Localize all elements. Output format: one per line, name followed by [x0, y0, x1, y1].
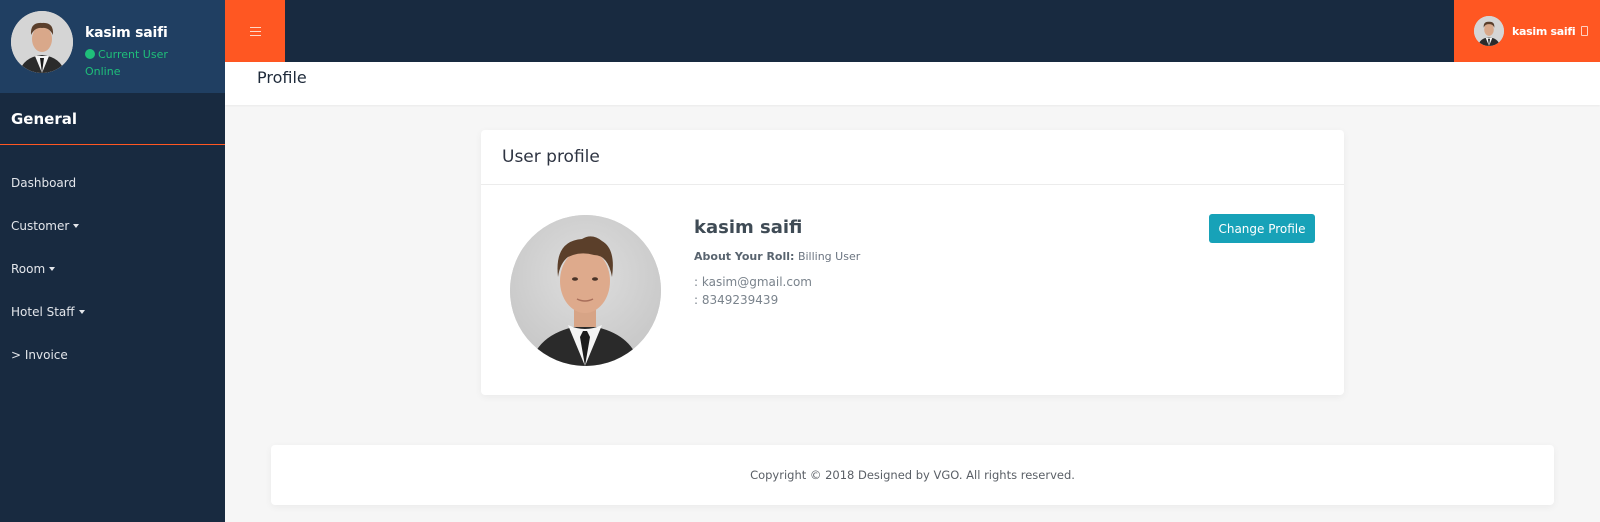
sidebar: kasim saifi Current User Online General …	[0, 0, 225, 522]
sidebar-item-customer[interactable]: Customer	[0, 204, 225, 247]
profile-role: About Your Roll: Billing User	[694, 250, 860, 263]
sidebar-nav: Dashboard Customer Room Hotel Staff > In…	[0, 145, 225, 376]
profile-name: kasim saifi	[694, 217, 803, 238]
page-header: Profile	[225, 62, 1600, 105]
chevron-right-icon: >	[11, 347, 25, 362]
sidebar-item-label: Customer	[11, 218, 70, 233]
sidebar-item-dashboard[interactable]: Dashboard	[0, 161, 225, 204]
caret-down-icon	[73, 223, 80, 228]
user-profile-card: User profile kasim saifi About Your Roll…	[481, 130, 1344, 395]
page-title: Profile	[257, 68, 307, 87]
sidebar-item-label: Hotel Staff	[11, 304, 75, 319]
copyright-text: Copyright © 2018 Designed by VGO. All ri…	[750, 468, 1075, 482]
role-label: About Your Roll:	[694, 250, 795, 263]
sidebar-avatar	[11, 11, 73, 73]
caret-down-icon	[49, 266, 56, 271]
sidebar-item-label: Dashboard	[11, 175, 77, 190]
sidebar-user-name: kasim saifi	[85, 25, 168, 41]
sidebar-item-label: Invoice	[24, 347, 68, 362]
card-header: User profile	[481, 130, 1344, 185]
sidebar-section-header: General	[0, 93, 225, 145]
user-menu[interactable]: kasim saifi	[1454, 0, 1600, 62]
user-menu-name: kasim saifi	[1512, 24, 1576, 38]
hamburger-icon	[249, 26, 261, 36]
sidebar-user-panel: kasim saifi Current User Online	[0, 0, 225, 93]
status-line-2: Online	[85, 65, 121, 78]
footer: Copyright © 2018 Designed by VGO. All ri…	[271, 445, 1554, 505]
online-status-icon	[85, 49, 95, 59]
user-status: Current User Online	[85, 46, 205, 80]
logout-icon[interactable]	[1581, 26, 1589, 36]
change-profile-button[interactable]: Change Profile	[1209, 214, 1315, 243]
sidebar-item-hotel-staff[interactable]: Hotel Staff	[0, 290, 225, 333]
top-navbar: kasim saifi	[225, 0, 1600, 62]
user-menu-avatar	[1474, 16, 1504, 46]
status-line-1: Current User	[98, 48, 168, 61]
profile-phone: : 8349239439	[694, 293, 779, 307]
sidebar-toggle-button[interactable]	[225, 0, 285, 62]
profile-photo	[510, 215, 661, 366]
role-value: Billing User	[797, 250, 861, 263]
sidebar-item-label: Room	[11, 261, 46, 276]
card-title: User profile	[502, 147, 600, 167]
sidebar-item-room[interactable]: Room	[0, 247, 225, 290]
sidebar-section-title: General	[11, 110, 77, 128]
caret-down-icon	[78, 309, 85, 314]
profile-email: : kasim@gmail.com	[694, 275, 812, 289]
sidebar-item-invoice[interactable]: > Invoice	[0, 333, 225, 376]
